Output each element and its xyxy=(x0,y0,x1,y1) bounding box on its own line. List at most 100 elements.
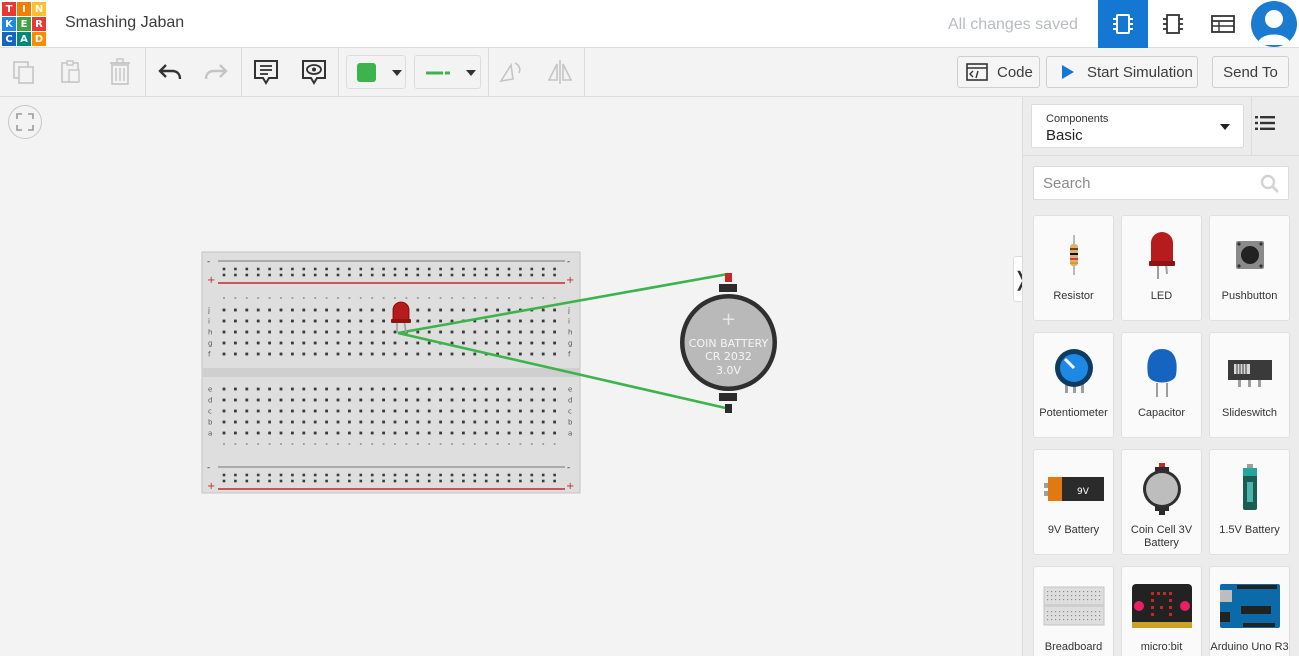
component-label: Coin Cell 3V Battery xyxy=(1130,524,1193,549)
wire-type-icon xyxy=(426,71,450,75)
component-card[interactable]: LED xyxy=(1121,215,1202,321)
rail-plus-label: + xyxy=(207,275,215,286)
start-simulation-button[interactable]: Start Simulation xyxy=(1046,56,1198,88)
led-icon xyxy=(1148,232,1175,279)
redo-icon xyxy=(204,64,228,80)
svg-text:g: g xyxy=(208,340,212,348)
nine-volt-text: 9V xyxy=(1077,487,1090,497)
circuit-view-button[interactable] xyxy=(1098,0,1148,48)
potentiometer-icon xyxy=(1054,349,1093,393)
logo-letter: D xyxy=(32,32,46,46)
svg-text:a: a xyxy=(208,430,212,438)
user-avatar-icon xyxy=(1257,10,1291,45)
code-icon xyxy=(966,63,988,81)
logo-letter: A xyxy=(17,32,31,46)
search-icon[interactable] xyxy=(1260,174,1280,194)
component-card[interactable]: micro:bit xyxy=(1121,566,1202,656)
component-label: 1.5V Battery xyxy=(1219,524,1280,536)
delete-button[interactable] xyxy=(103,56,137,88)
component-category-select[interactable]: Components Basic xyxy=(1031,104,1244,148)
design-title[interactable]: Smashing Jaban xyxy=(65,14,184,32)
component-category-value: Basic xyxy=(1046,127,1083,144)
notes-icon xyxy=(254,60,278,85)
svg-text:e: e xyxy=(568,386,572,394)
component-card[interactable]: Breadboard xyxy=(1033,566,1114,656)
copy-button[interactable] xyxy=(7,56,41,88)
component-card[interactable]: Arduino Uno R3 xyxy=(1209,566,1290,656)
svg-text:j: j xyxy=(207,307,210,315)
component-card[interactable]: Slideswitch xyxy=(1209,332,1290,438)
rotate-icon xyxy=(499,62,521,83)
code-button-label: Code xyxy=(997,63,1033,81)
list-view-button[interactable] xyxy=(1255,115,1279,135)
svg-text:g: g xyxy=(568,340,572,348)
microbit-icon xyxy=(1131,584,1192,628)
svg-text:b: b xyxy=(568,419,573,427)
coin-cell-icon xyxy=(1142,463,1181,515)
delete-icon xyxy=(110,58,130,85)
svg-text:c: c xyxy=(208,408,212,416)
component-card[interactable]: Pushbutton xyxy=(1209,215,1290,321)
logo-letter: T xyxy=(2,2,16,16)
component-label: micro:bit xyxy=(1140,641,1183,653)
breadboard[interactable]: - + - + - + - + j ji ih hg gf fe ed dc cb ba a xyxy=(201,251,581,494)
rail-plus-label: + xyxy=(566,481,574,492)
rotate-button[interactable] xyxy=(493,56,527,88)
chevron-down-icon xyxy=(466,70,476,76)
undo-button[interactable] xyxy=(153,56,187,88)
wire-type-dropdown[interactable] xyxy=(414,55,481,89)
toggle-notes-button[interactable] xyxy=(297,56,331,88)
circuit-view-icon xyxy=(1113,14,1133,34)
svg-text:c: c xyxy=(568,408,572,416)
svg-text:i: i xyxy=(208,318,210,326)
svg-text:b: b xyxy=(208,419,213,427)
component-card[interactable]: 1.5V Battery xyxy=(1209,449,1290,555)
send-to-label: Send To xyxy=(1223,63,1278,81)
svg-text:i: i xyxy=(568,318,570,326)
tinkercad-logo[interactable]: TIN KER CAD xyxy=(2,2,46,46)
user-avatar[interactable] xyxy=(1251,1,1297,47)
logo-letter: K xyxy=(2,17,16,31)
undo-icon xyxy=(158,64,182,80)
battery-label-line2: CR 2032 xyxy=(705,350,752,363)
chevron-down-icon xyxy=(392,70,402,76)
send-to-button[interactable]: Send To xyxy=(1212,56,1289,88)
schematic-view-button[interactable] xyxy=(1148,0,1198,48)
battery-label-line1: COIN BATTERY xyxy=(689,337,769,350)
schematic-view-icon xyxy=(1163,14,1183,34)
chevron-down-icon xyxy=(1220,124,1230,130)
play-icon xyxy=(1062,65,1074,79)
toggle-notes-icon xyxy=(302,60,326,85)
component-search xyxy=(1033,166,1289,200)
logo-letter: N xyxy=(32,2,46,16)
component-card[interactable]: Resistor xyxy=(1033,215,1114,321)
component-label: LED xyxy=(1150,290,1173,302)
search-input[interactable] xyxy=(1034,167,1244,199)
component-label: 9V Battery xyxy=(1047,524,1100,536)
svg-text:d: d xyxy=(568,397,572,405)
redo-button[interactable] xyxy=(199,56,233,88)
wire-color-dropdown[interactable] xyxy=(346,55,406,89)
rail-minus-label: - xyxy=(207,463,210,473)
component-card[interactable]: 9V 9V Battery xyxy=(1033,449,1114,555)
add-note-button[interactable] xyxy=(249,56,283,88)
aa-battery-icon xyxy=(1242,464,1257,510)
component-card[interactable]: Capacitor xyxy=(1121,332,1202,438)
code-button[interactable]: Code xyxy=(957,56,1040,88)
component-card[interactable]: Potentiometer xyxy=(1033,332,1114,438)
resistor-icon xyxy=(1069,235,1078,275)
flip-button[interactable] xyxy=(543,56,577,88)
circuit-canvas[interactable]: - + - + - + - + jjiihhggffeeddccbbaa + C… xyxy=(0,97,1022,656)
logo-letter: I xyxy=(17,2,31,16)
component-category-caption: Components xyxy=(1046,113,1109,125)
wire-color-swatch xyxy=(357,63,376,82)
start-simulation-label: Start Simulation xyxy=(1087,63,1193,81)
svg-text:j: j xyxy=(567,307,570,315)
svg-text:d: d xyxy=(208,397,212,405)
edit-toolbar: Code Start Simulation Send To xyxy=(0,48,1299,97)
component-card[interactable]: Coin Cell 3V Battery xyxy=(1121,449,1202,555)
paste-button[interactable] xyxy=(54,56,88,88)
coin-battery-component[interactable]: + COIN BATTERY CR 2032 3.0V xyxy=(680,273,777,413)
component-list-button[interactable] xyxy=(1198,0,1248,48)
component-label: Capacitor xyxy=(1137,407,1186,419)
